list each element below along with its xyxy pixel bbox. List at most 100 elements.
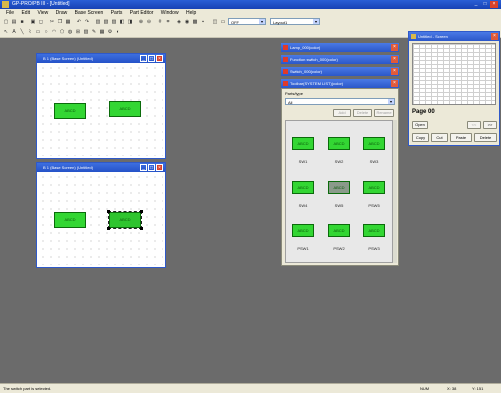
resize-handle[interactable]	[107, 227, 110, 230]
part-item[interactable]: ABCD SW3	[361, 137, 387, 164]
zoom-out-icon[interactable]: ⊖	[146, 19, 152, 25]
minimize-icon[interactable]: _	[140, 55, 147, 62]
copy-button[interactable]: Copy	[412, 133, 429, 142]
save-icon[interactable]: ■	[19, 19, 25, 25]
menu-help[interactable]: Help	[186, 9, 196, 17]
screen-list-window[interactable]: Untitled - Screen × Page 00 Open << >> C…	[408, 31, 500, 146]
minimize-icon[interactable]: _	[472, 1, 480, 8]
maximize-icon[interactable]: □	[481, 1, 489, 8]
arc-tool-icon[interactable]: ◠	[51, 29, 57, 35]
image-tool-icon[interactable]: ▨	[83, 29, 89, 35]
selected-switch-part[interactable]: ABCD	[108, 211, 142, 229]
grid-icon[interactable]: #	[157, 19, 163, 25]
delete-button[interactable]: Delete	[474, 133, 497, 142]
rect-tool-icon[interactable]: ▭	[35, 29, 41, 35]
maximize-icon[interactable]: □	[148, 164, 155, 171]
menu-view[interactable]: View	[37, 9, 48, 17]
maximize-icon[interactable]: □	[148, 55, 155, 62]
parts-scrollbar[interactable]	[393, 120, 397, 263]
close-icon[interactable]: ×	[391, 44, 398, 51]
redo-icon[interactable]: ↷	[84, 19, 90, 25]
parts-filter-combo[interactable]: All ▾	[285, 98, 395, 105]
switch-window-bar[interactable]: Switch_000(color) ×	[281, 67, 399, 76]
close-icon[interactable]: ×	[391, 56, 398, 63]
paste-button[interactable]: Paste	[450, 133, 472, 142]
part-item[interactable]: ABCD SW1	[290, 137, 316, 164]
switch-part[interactable]: ABCD	[109, 101, 141, 117]
state-combo[interactable]: OFF ▾	[228, 18, 266, 25]
close-icon[interactable]: ×	[156, 164, 163, 171]
part-item[interactable]: ABCD PSW2	[326, 224, 352, 251]
mark-tool-icon[interactable]: ✎	[91, 29, 97, 35]
menu-part-editor[interactable]: Part Editor	[130, 9, 154, 17]
align-icon[interactable]: ▥	[95, 19, 101, 25]
layer-combo[interactable]: Layout1 ▾	[270, 18, 320, 25]
function-switch-window-bar[interactable]: Function switch_000(color) ×	[281, 55, 399, 64]
screen-list-title-bar[interactable]: Untitled - Screen ×	[409, 32, 499, 41]
close-icon[interactable]: ×	[490, 1, 498, 8]
close-icon[interactable]: ×	[491, 33, 498, 40]
part-item[interactable]: ABCD SW5	[326, 181, 352, 208]
zoom-in-icon[interactable]: ⊕	[138, 19, 144, 25]
new-icon[interactable]: ▢	[3, 19, 9, 25]
tool2-icon[interactable]: ◉	[184, 19, 190, 25]
tool5-icon[interactable]: ◫	[212, 19, 218, 25]
fill-tool-icon[interactable]: ◍	[67, 29, 73, 35]
chevron-down-icon[interactable]: ▾	[388, 99, 394, 104]
copy-icon[interactable]: ❐	[57, 19, 63, 25]
toolbar-list-window-bar[interactable]: Toolbar(SYSTEM LIST)(color) ×	[281, 79, 399, 88]
polygon-tool-icon[interactable]: ⬠	[59, 29, 65, 35]
part-item[interactable]: ABCD PSW5	[361, 181, 387, 208]
resize-handle[interactable]	[140, 210, 143, 213]
base-screen-window-1[interactable]: B 1 (Base Screen) (Untitled) _ □ × ABCD …	[36, 53, 166, 159]
close-icon[interactable]: ×	[391, 80, 398, 87]
menu-file[interactable]: File	[6, 9, 14, 17]
menu-base-screen[interactable]: Base Screen	[75, 9, 104, 17]
tool1-icon[interactable]: ◈	[176, 19, 182, 25]
cut-icon[interactable]: ✂	[49, 19, 55, 25]
part-item[interactable]: ABCD SW2	[326, 137, 352, 164]
menu-draw[interactable]: Draw	[56, 9, 68, 17]
scale-tool-icon[interactable]: ⊞	[75, 29, 81, 35]
preview-icon[interactable]: ◻	[38, 19, 44, 25]
chevron-down-icon[interactable]: ▾	[259, 19, 265, 24]
part-item[interactable]: ABCD SW4	[290, 181, 316, 208]
back-icon[interactable]: ◨	[127, 19, 133, 25]
parts-tool-icon[interactable]: ⚙	[107, 29, 113, 35]
lamp-tool-icon[interactable]: ◐	[115, 29, 121, 35]
undo-icon[interactable]: ↶	[76, 19, 82, 25]
open-button[interactable]: Open	[412, 121, 428, 129]
next-button[interactable]: >>	[483, 121, 497, 129]
resize-handle[interactable]	[140, 227, 143, 230]
screen-canvas[interactable]: ABCD ABCD	[39, 64, 163, 156]
select-arrow-icon[interactable]: ↖	[3, 29, 9, 35]
paste-icon[interactable]: ▦	[65, 19, 71, 25]
menu-edit[interactable]: Edit	[21, 9, 30, 17]
text-tool-icon[interactable]: A	[11, 29, 17, 35]
table-tool-icon[interactable]: ▦	[99, 29, 105, 35]
switch-part[interactable]: ABCD	[54, 103, 86, 119]
lamp-window-bar[interactable]: Lamp_000(color) ×	[281, 43, 399, 52]
part-item[interactable]: ABCD PSW1	[290, 224, 316, 251]
tool4-icon[interactable]: ▪	[200, 19, 206, 25]
part-item[interactable]: ABCD PSW3	[361, 224, 387, 251]
screen-canvas[interactable]: ABCD ABCD	[39, 173, 163, 265]
tool3-icon[interactable]: ▩	[192, 19, 198, 25]
open-icon[interactable]: ▤	[11, 19, 17, 25]
prev-button[interactable]: <<	[467, 121, 481, 129]
group-icon[interactable]: ▧	[103, 19, 109, 25]
front-icon[interactable]: ◧	[119, 19, 125, 25]
screen-thumbnail-grid[interactable]	[412, 43, 496, 105]
close-icon[interactable]: ×	[391, 68, 398, 75]
base-screen-window-2[interactable]: B 1 (Base Screen) (Untitled) _ □ × ABCD …	[36, 162, 166, 268]
delete-button[interactable]: Delete	[353, 109, 372, 117]
cut-button[interactable]: Cut	[431, 133, 448, 142]
parts-list[interactable]: ABCD SW1 ABCD SW2 ABCD SW3 ABCD SW4 ABCD SW5 …	[285, 120, 393, 263]
ungroup-icon[interactable]: ▨	[111, 19, 117, 25]
chevron-down-icon[interactable]: ▾	[313, 19, 319, 24]
close-icon[interactable]: ×	[156, 55, 163, 62]
rename-button[interactable]: Rename	[374, 109, 394, 117]
line-tool-icon[interactable]: ╲	[19, 29, 25, 35]
resize-handle[interactable]	[107, 210, 110, 213]
minimize-icon[interactable]: _	[140, 164, 147, 171]
